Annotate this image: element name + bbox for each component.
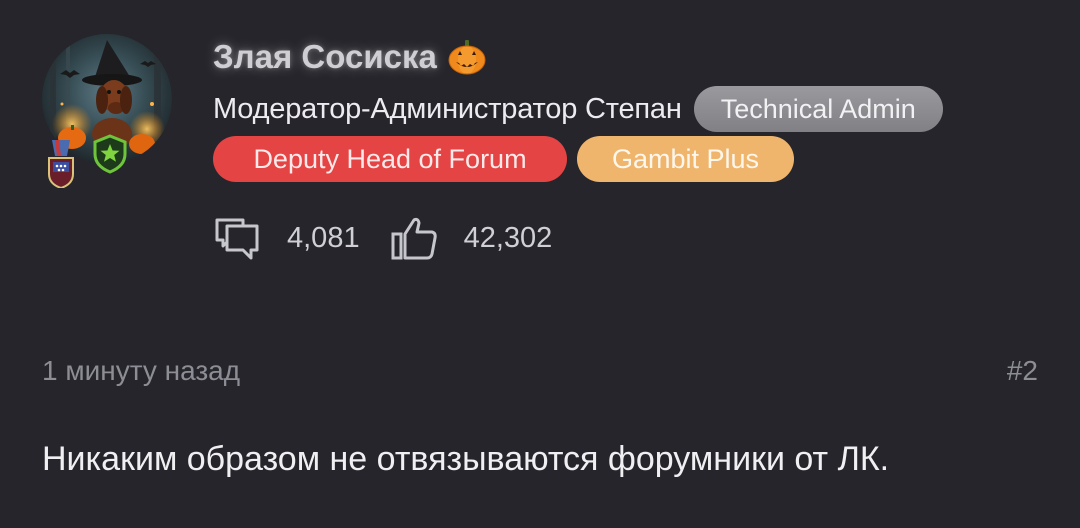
pumpkin-icon — [448, 40, 486, 75]
comments-icon — [215, 218, 259, 260]
badge-technical-admin: Technical Admin — [693, 86, 943, 132]
messages-count: 4,081 — [287, 221, 360, 254]
shield-star-icon[interactable] — [92, 134, 128, 174]
user-stats: 4,081 42,302 — [213, 212, 552, 264]
username-text[interactable]: Злая Сосиска — [213, 38, 437, 76]
badge-gambit-plus: Gambit Plus — [577, 136, 794, 182]
username[interactable]: Злая Сосиска — [213, 38, 487, 76]
badge-deputy-head: Deputy Head of Forum — [213, 136, 567, 182]
likes-count: 42,302 — [463, 221, 553, 254]
forum-post: Злая Сосиска Модератор-Администратор Сте… — [0, 0, 1080, 528]
user-title: Модератор-Администратор Степан — [213, 92, 682, 125]
user-title-row: Модератор-Администратор Степан Technical… — [213, 86, 943, 132]
medal-icon[interactable] — [46, 140, 76, 188]
post-time[interactable]: 1 минуту назад — [42, 355, 240, 387]
post-message: Никаким образом не отвязываются форумник… — [42, 440, 890, 478]
post-number-link[interactable]: #2 — [1007, 355, 1038, 387]
user-badges: Deputy Head of Forum Gambit Plus — [213, 136, 794, 182]
thumbs-up-icon — [391, 217, 437, 260]
